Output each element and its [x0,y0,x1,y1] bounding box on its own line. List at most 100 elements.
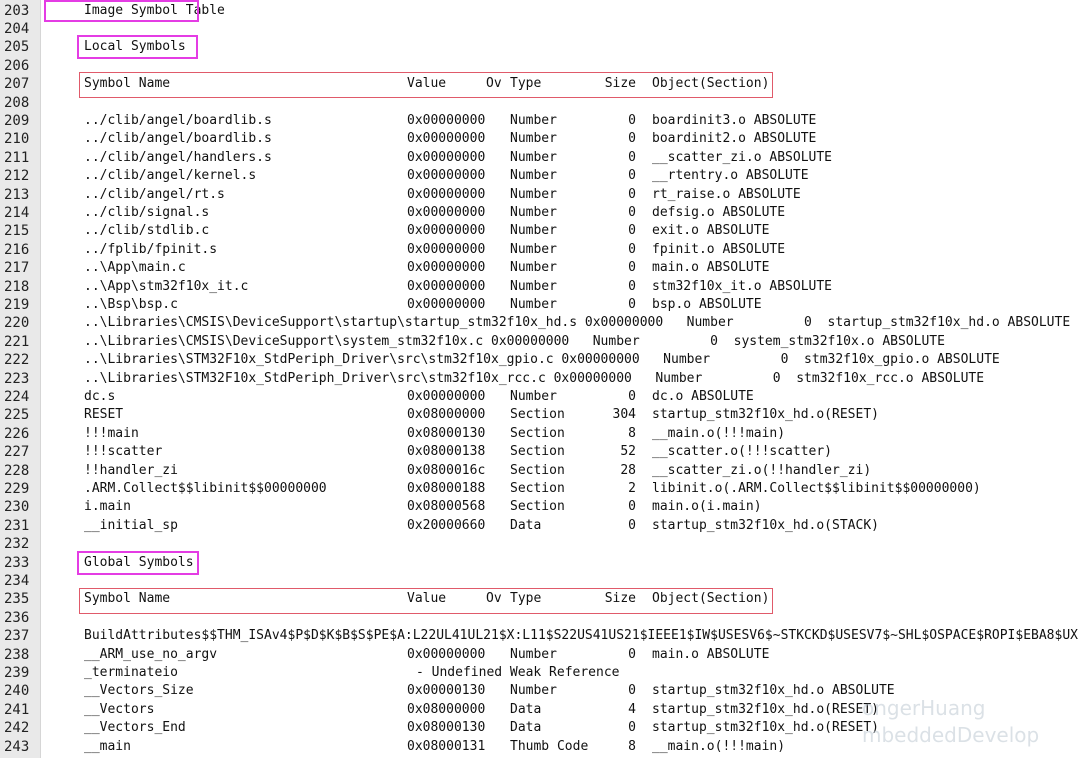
text-editor[interactable]: 203 Image Symbol Table 204 205 Local Symbols… [0,0,1080,758]
code-line[interactable]: 239 _terminateio - Undefined Weak Referenc… [0,664,1080,682]
symbol-type: Number [510,278,557,294]
symbol-object-section: main.o(i.main) [652,499,762,515]
line-number: 230 [4,499,30,516]
code-line[interactable]: 231 __initial_sp 0x20000660 Data 0 startup_st… [0,517,1080,535]
symbol-size: 0 [628,113,636,128]
code-line[interactable]: 225 RESET 0x08000000 Section 304 startup_stm3… [0,406,1080,424]
line-number: 228 [4,462,30,479]
code-line[interactable]: 212 ../clib/angel/kernel.s 0x00000000 Numbe… [0,167,1080,185]
code-line[interactable]: 210 ../clib/angel/boardlib.s 0x00000000 Num… [0,130,1080,148]
symbol-object-section: __scatter_zi.o ABSOLUTE [652,149,833,165]
line-number: 237 [4,628,30,645]
symbol-object-section: startup_stm32f10x_hd.o(RESET) [652,407,879,423]
symbol-name: ../clib/signal.s [84,205,210,220]
code-line[interactable]: 230 i.main 0x08000568 Section 0 main.o(i.main… [0,498,1080,516]
symbol-type: Number [510,113,557,128]
symbol-type: Number [510,646,557,662]
line-number: 210 [4,131,30,148]
line-number: 220 [4,315,30,332]
symbol-type: Number [510,260,557,276]
symbol-object-section: __main.o(!!!main) [652,425,786,441]
symbol-name: __Vectors_End [84,720,186,736]
code-line[interactable]: 217 ..\App\main.c 0x00000000 Number 0 main.o … [0,259,1080,277]
symbol-value: 0x00000000 [407,278,486,294]
symbol-type: Data [510,517,542,533]
code-line[interactable]: 215 ../clib/stdlib.c 0x00000000 Number 0 exit… [0,222,1080,240]
highlight-global-header [79,588,773,614]
code-line[interactable]: 238 __ARM_use_no_argv 0x00000000 Number 0 mai… [0,646,1080,664]
code-line[interactable]: 237 BuildAttributes$$THM_ISAv4$P$D$K$B$S$… [0,627,1080,645]
symbol-size: 304 [612,407,636,423]
symbol-value: 0x00000000 [407,389,486,404]
line-text: BuildAttributes$$THM_ISAv4$P$D$K$B$S$PE$… [84,628,1078,644]
symbol-value: 0x00000000 [407,168,486,184]
code-line[interactable]: 222 ..\Libraries\STM32F10x_StdPeriph_Driv… [0,351,1080,369]
symbol-name: __Vectors [84,701,155,717]
code-line[interactable]: 221 ..\Libraries\CMSIS\DeviceSupport\syst… [0,333,1080,351]
symbol-name: ../clib/angel/handlers.s [84,149,272,165]
code-line[interactable]: 228 !!handler_zi 0x0800016c Section 28 __scat… [0,462,1080,480]
symbol-size: 0 [628,260,636,276]
symbol-object-section: fpinit.o ABSOLUTE [652,241,786,257]
code-line[interactable]: 229 .ARM.Collect$$libinit$$00000000 0x0800… [0,480,1080,498]
symbol-type: Thumb Code [510,738,589,754]
symbol-name: __main [84,738,131,754]
symbol-value: 0x00000000 [407,113,486,128]
symbol-size: 0 [628,517,636,533]
symbol-value: 0x00000000 [407,149,486,165]
code-line[interactable]: 214 ../clib/signal.s 0x00000000 Number 0 defs… [0,204,1080,222]
symbol-size: 2 [628,481,636,496]
line-number: 209 [4,113,30,129]
symbol-name: ../clib/angel/kernel.s [84,168,257,184]
symbol-name: ..\Bsp\bsp.c [84,297,178,312]
symbol-object-section: stm32f10x_it.o ABSOLUTE [652,278,833,294]
symbol-name: dc.s [84,389,116,404]
code-line[interactable]: 216 ../fplib/fpinit.s 0x00000000 Number 0 fpi… [0,241,1080,259]
symbol-name: !!handler_zi [84,462,178,478]
highlight-global-symbols [77,551,199,575]
code-line[interactable]: 211 ../clib/angel/handlers.s 0x00000000 Num… [0,149,1080,167]
code-line[interactable]: 213 ../clib/angel/rt.s 0x00000000 Number 0 rt… [0,186,1080,204]
code-line[interactable]: 226 !!!main 0x08000130 Section 8 __main.o(!!!… [0,425,1080,443]
line-number: 207 [4,76,30,93]
line-number: 205 [4,39,30,56]
symbol-value: 0x00000000 [407,205,486,220]
symbol-size: 4 [628,701,636,717]
code-line[interactable]: 227 !!!scatter 0x08000138 Section 52 __scatte… [0,443,1080,461]
symbol-value: 0x00000000 [407,131,486,147]
symbol-type: Section [510,425,565,441]
symbol-value: 0x08000131 [407,738,486,754]
symbol-size: 8 [628,738,636,754]
code-line[interactable]: 218 ..\App\stm32f10x_it.c 0x00000000 Number… [0,278,1080,296]
symbol-type: Number [510,186,557,202]
symbol-value: 0x00000000 [407,241,486,257]
code-line[interactable]: 209 ../clib/angel/boardlib.s 0x00000000 Num… [0,112,1080,130]
symbol-size: 52 [620,444,636,460]
symbol-object-section: startup_stm32f10x_hd.o ABSOLUTE [652,683,895,699]
line-number: 208 [4,94,30,111]
highlight-image-symbol-table [44,0,199,22]
symbol-object-section: __rtentry.o ABSOLUTE [652,168,809,184]
line-number: 206 [4,57,30,74]
watermark-line-1: ongerHuang [862,696,986,720]
line-number: 241 [4,701,30,718]
line-number: 204 [4,21,30,37]
code-line[interactable]: 220 ..\Libraries\CMSIS\DeviceSupport\star… [0,314,1080,332]
line-number: 213 [4,186,30,203]
code-line[interactable]: 224 dc.s 0x00000000 Number 0 dc.o ABSOLUTE [0,388,1080,406]
symbol-object-section: __scatter.o(!!!scatter) [652,444,833,460]
symbol-type: Data [510,701,542,717]
symbol-object-section: main.o ABSOLUTE [652,646,770,662]
symbol-name: i.main [84,499,131,515]
symbol-object-section: startup_stm32f10x_hd.o(RESET) [652,701,879,717]
symbol-size: 0 [628,149,636,165]
line-text: ..\Libraries\CMSIS\DeviceSupport\system_… [84,333,945,349]
line-number: 215 [4,223,30,240]
symbol-value: 0x08000130 [407,425,486,441]
line-number: 211 [4,149,30,166]
code-line[interactable]: 223 ..\Libraries\STM32F10x_StdPeriph_Driv… [0,370,1080,388]
symbol-object-section: libinit.o(.ARM.Collect$$libinit$$0000000… [652,481,981,496]
symbol-value: 0x00000000 [407,297,486,312]
code-line[interactable]: 219 ..\Bsp\bsp.c 0x00000000 Number 0 bsp.o AB… [0,296,1080,314]
line-number: 238 [4,646,30,663]
